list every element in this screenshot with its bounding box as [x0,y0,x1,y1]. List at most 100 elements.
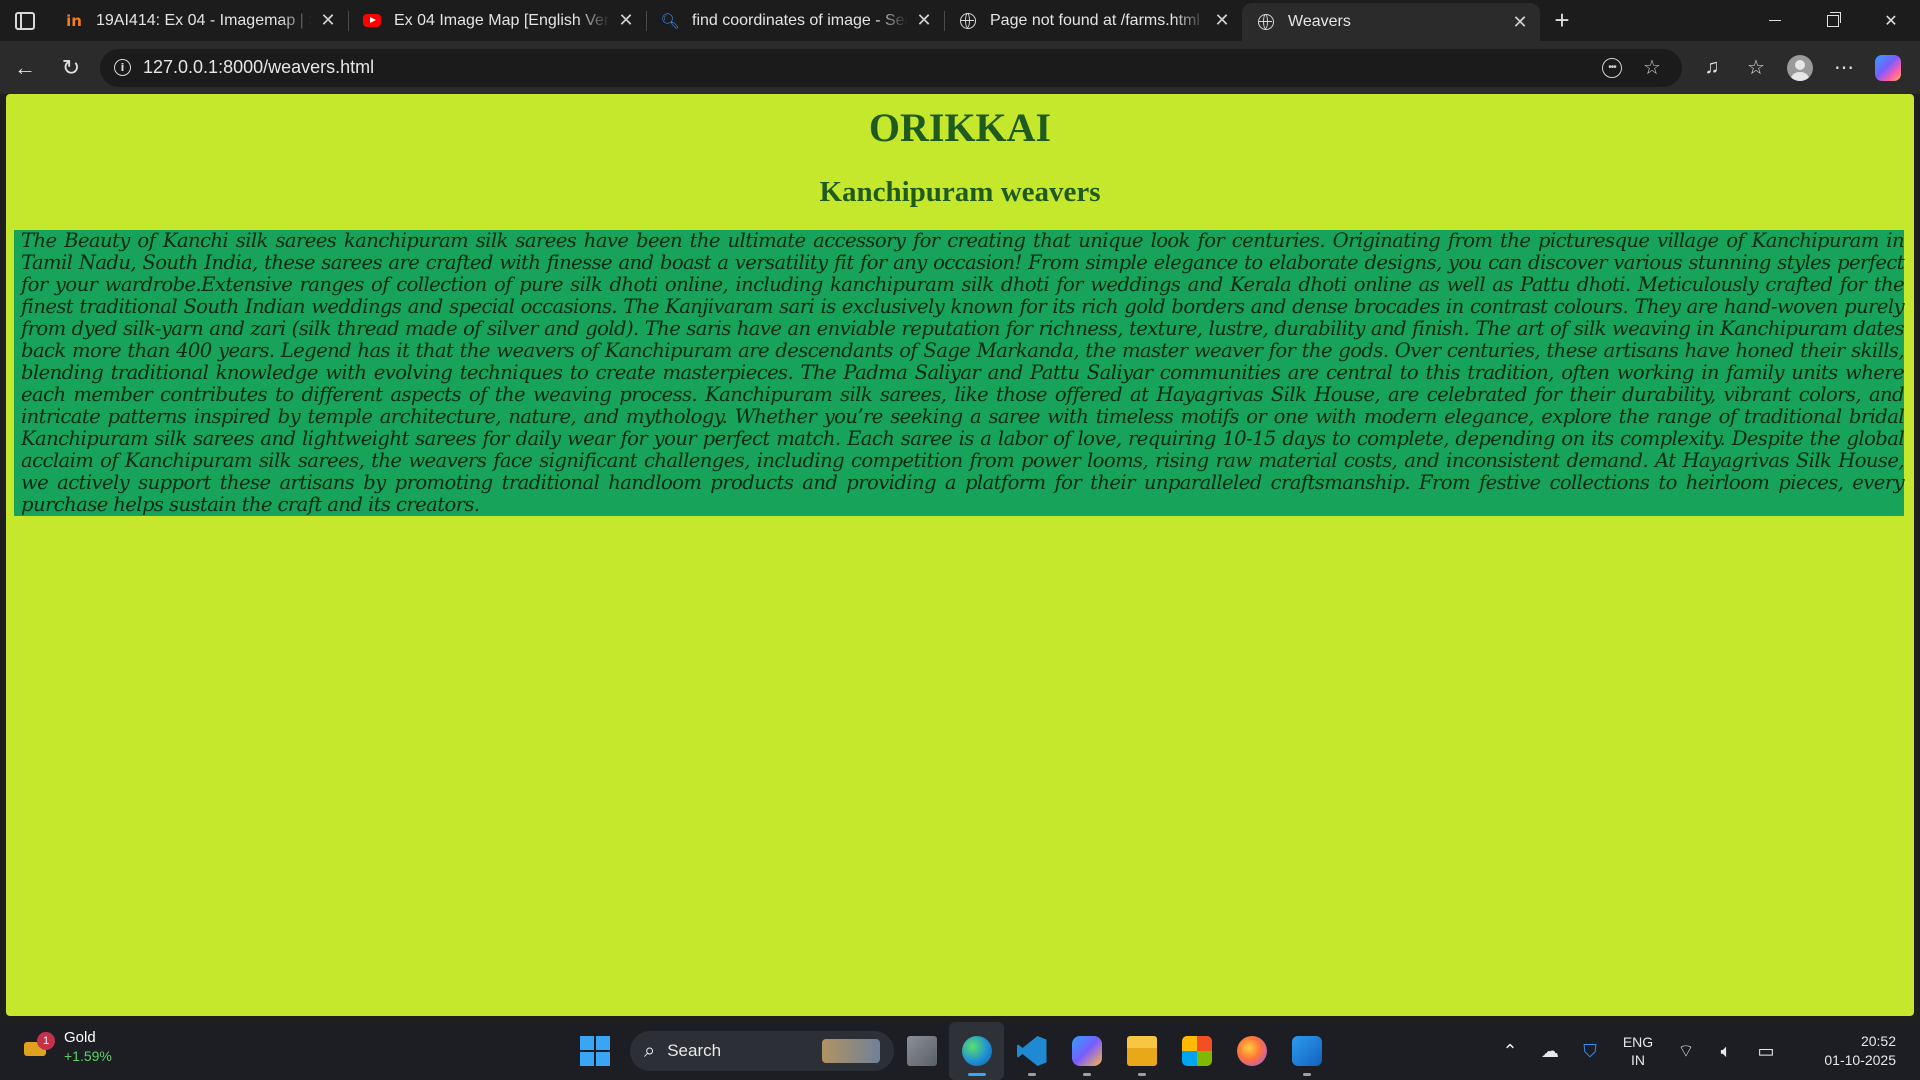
minimize-icon [1769,20,1781,21]
paint-icon [1291,1036,1322,1066]
system-tray: ⌃ ☁ ⛉ ENG IN ⌔ 🔈︎ ▭ 20:52 01-10-2025 [1490,1022,1920,1080]
favorites-button[interactable]: ☆ [1734,48,1778,88]
new-tab-button[interactable]: + [1540,0,1584,41]
widget-name: Gold [64,1029,96,1046]
cloud-icon: ☁ [1541,1040,1559,1061]
back-button[interactable]: ← [2,48,48,88]
moodle-in-icon: in [66,11,82,30]
page-title: ORIKKAI [868,105,1052,150]
close-icon[interactable]: ✕ [318,10,338,31]
volume-button[interactable]: 🔈︎ [1706,1041,1746,1062]
widget-change: +1.59% [64,1048,112,1064]
notification-badge: 1 [37,1032,55,1050]
battery-icon: ▭ [1757,1040,1775,1061]
copilot-button[interactable] [1866,48,1910,88]
profile-button[interactable] [1778,48,1822,88]
close-window-button[interactable]: ✕ [1862,0,1920,41]
vscode-button[interactable] [1004,1022,1059,1080]
security-button[interactable]: ⛉ [1570,1041,1610,1062]
file-explorer-button[interactable] [1114,1022,1169,1080]
close-icon[interactable]: ✕ [1212,10,1232,31]
firefox-button[interactable] [1224,1022,1279,1080]
description-paragraph: The Beauty of Kanchi silk sarees kanchip… [14,230,1905,516]
search-icon: 🔍︎ [660,12,680,30]
widget-text: Gold +1.59% [64,1029,112,1065]
language-line1: ENG [1622,1034,1654,1050]
wifi-button[interactable]: ⌔ [1666,1040,1706,1063]
gold-chart-icon: 1 [20,1032,55,1062]
paint-button[interactable] [1279,1022,1334,1080]
firefox-icon [1236,1036,1267,1066]
restore-icon [1827,11,1841,27]
edge-icon [961,1036,992,1066]
web-page: ORIKKAI Kanchipuram weavers The Beauty o… [6,94,1914,1016]
tab-actions-button[interactable] [0,0,50,41]
speaker-icon: 🔈︎ [1720,1040,1732,1061]
plus-icon: + [1554,5,1570,35]
search-label: Search [667,1041,722,1060]
tab-title: Weavers [1288,13,1351,30]
tab-title: 19AI414: Ex 04 - Imagemap | SEC [96,11,312,29]
wifi-icon: ⌔ [1677,1040,1695,1061]
tab-title: find coordinates of image - Search [692,11,908,29]
tab-youtube[interactable]: Ex 04 Image Map [English Version ✕ [348,0,646,41]
clock[interactable]: 20:52 01-10-2025 [1786,1032,1920,1070]
minimize-button[interactable] [1746,0,1804,41]
tab-actions-icon [15,11,35,30]
copilot-app-button[interactable] [1059,1022,1114,1080]
shield-icon: ⛉ [1583,1040,1597,1061]
taskbar: 1 Gold +1.59% ⌕ Search ⌃ ☁ ⛉ ENG IN ⌔ 🔈︎… [0,1022,1920,1080]
address-bar[interactable]: i 127.0.0.1:8000/weavers.html ••• ☆ [100,48,1682,87]
battery-button[interactable]: ▭ [1746,1041,1786,1062]
browser-toolbar: ← ↻ i 127.0.0.1:8000/weavers.html ••• ☆ … [0,41,1920,94]
clock-date: 01-10-2025 [1824,1052,1896,1068]
read-aloud-button[interactable]: ••• [1592,57,1632,78]
globe-icon [958,11,978,31]
url-text[interactable]: 127.0.0.1:8000/weavers.html [143,57,1592,78]
music-note-icon: ♫ [1704,56,1720,78]
copilot-icon [1071,1036,1102,1066]
close-icon: ✕ [1884,12,1898,30]
search-icon: ⌕ [644,1039,656,1062]
edge-button[interactable] [949,1022,1004,1080]
globe-icon [1256,12,1276,32]
store-button[interactable] [1169,1022,1224,1080]
taskbar-search[interactable]: ⌕ Search [630,1031,894,1071]
tab-weavers[interactable]: Weavers ✕ [1242,3,1540,41]
file-explorer-icon [1126,1036,1157,1066]
window-controls: ✕ [1746,0,1920,41]
task-view-icon [906,1036,937,1066]
settings-more-button[interactable]: ⋯ [1822,48,1866,88]
show-hidden-icons-button[interactable]: ⌃ [1490,1041,1530,1062]
vscode-icon [1016,1036,1047,1066]
tab-title: Ex 04 Image Map [English Version [394,11,610,29]
tab-search[interactable]: 🔍︎ find coordinates of image - Search ✕ [646,0,944,41]
refresh-button[interactable]: ↻ [48,48,94,88]
chevron-up-icon: ⌃ [1502,1040,1518,1061]
avatar-icon [1787,54,1813,81]
media-control-button[interactable]: ♫ [1690,48,1734,88]
windows-logo-icon [580,1036,594,1050]
favorite-star-button[interactable]: ☆ [1632,55,1672,80]
page-subtitle: Kanchipuram weavers [819,176,1101,208]
restore-button[interactable] [1804,0,1862,41]
star-icon: ☆ [1643,57,1661,79]
close-icon[interactable]: ✕ [914,10,934,31]
copilot-icon [1875,54,1901,81]
language-indicator[interactable]: ENG IN [1610,1033,1666,1069]
tab-strip: in 19AI414: Ex 04 - Imagemap | SEC ✕ Ex … [0,0,1920,41]
onedrive-button[interactable]: ☁ [1530,1041,1570,1062]
close-icon[interactable]: ✕ [616,10,636,31]
ellipsis-icon: ⋯ [1834,57,1854,79]
store-icon [1181,1036,1212,1066]
weather-widget[interactable]: 1 Gold +1.59% [20,1029,112,1065]
favorites-icon: ☆ [1747,57,1765,79]
tab-imagemap[interactable]: in 19AI414: Ex 04 - Imagemap | SEC ✕ [50,0,348,41]
search-highlight-image [822,1039,880,1063]
site-info-icon[interactable]: i [114,59,131,76]
close-icon[interactable]: ✕ [1510,12,1530,33]
taskbar-center: ⌕ Search [580,1022,1334,1080]
tab-page-not-found[interactable]: Page not found at /farms.html ✕ [944,0,1242,41]
task-view-button[interactable] [894,1022,949,1080]
start-button[interactable] [580,1036,610,1066]
